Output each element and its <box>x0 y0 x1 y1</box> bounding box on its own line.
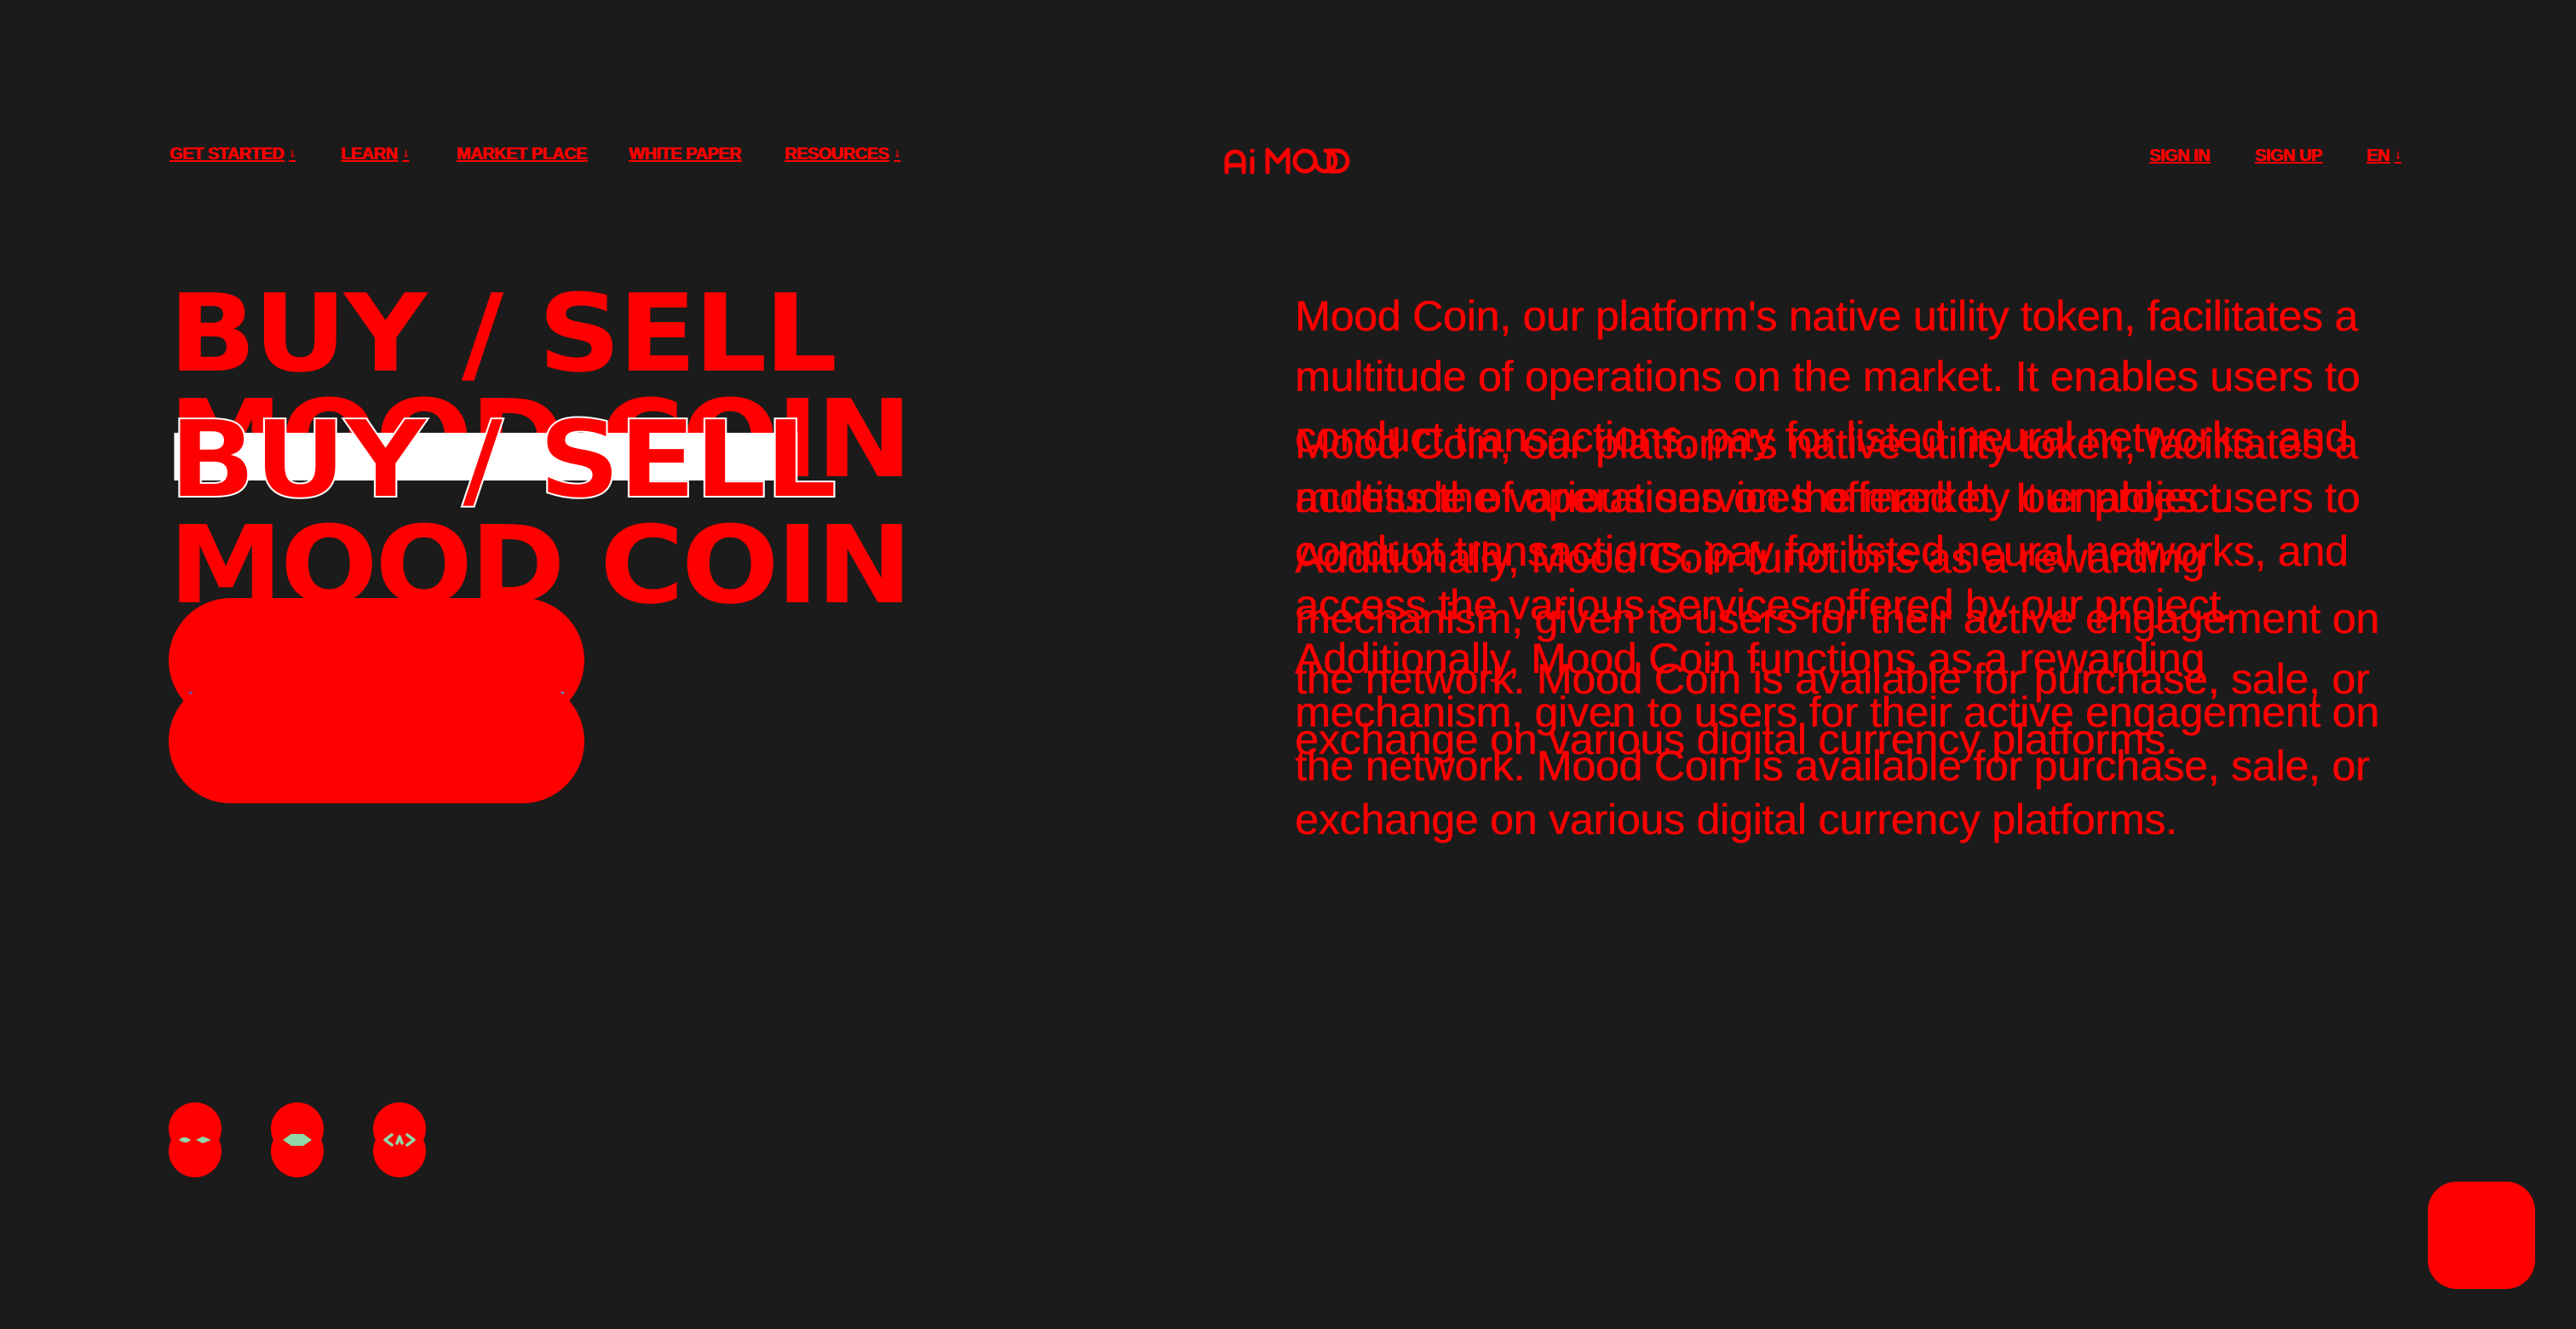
social-link-icon-2 <box>283 1134 312 1146</box>
ai-mood-logo-icon <box>1224 147 1350 175</box>
hero-heading-line1: BUY / SELL <box>168 397 838 522</box>
sign-up-link[interactable]: SIGN UP <box>2255 147 2322 166</box>
language-label: EN <box>2366 147 2389 165</box>
social-link-3[interactable] <box>373 1102 426 1177</box>
hero-description: Mood Coin, our platform's native utility… <box>1295 420 2379 843</box>
nav-white-paper-label: WHITE PAPER <box>629 145 741 164</box>
sign-up-label: SIGN UP <box>2255 147 2322 165</box>
buy-sell-button-secondary[interactable] <box>169 679 584 803</box>
chevron-down-icon: ↓ <box>289 146 296 160</box>
chat-widget-button[interactable] <box>2428 1182 2535 1289</box>
hero-heading-line1: BUY / SELL <box>169 271 837 396</box>
site-logo[interactable] <box>1223 143 1353 177</box>
chevron-down-icon: ↓ <box>402 146 409 160</box>
hero-heading: BUY / SELL MOOD COIN <box>168 406 912 619</box>
nav-resources[interactable]: RESOURCES ↓ <box>785 145 900 164</box>
nav-white-paper[interactable]: WHITE PAPER <box>629 145 741 164</box>
nav-market-place[interactable]: MARKET PLACE <box>457 145 587 164</box>
nav-get-started-label: GET STARTED <box>170 145 285 164</box>
social-link-1[interactable] <box>169 1102 221 1177</box>
sign-in-link[interactable]: SIGN IN <box>2149 147 2210 166</box>
nav-resources-label: RESOURCES <box>785 145 889 164</box>
nav-learn-label: LEARN <box>341 145 398 164</box>
social-link-icon-3 <box>383 1133 416 1147</box>
chevron-down-icon: ↓ <box>894 146 900 160</box>
nav-get-started[interactable]: GET STARTED ↓ <box>170 145 296 164</box>
nav-market-place-label: MARKET PLACE <box>457 145 587 164</box>
language-selector[interactable]: EN ↓ <box>2366 147 2401 166</box>
nav-learn[interactable]: LEARN ↓ <box>341 145 409 164</box>
sign-in-label: SIGN IN <box>2149 147 2210 165</box>
social-link-2[interactable] <box>271 1102 324 1177</box>
chevron-down-icon: ↓ <box>2394 147 2401 162</box>
social-link-icon-1 <box>179 1136 211 1143</box>
